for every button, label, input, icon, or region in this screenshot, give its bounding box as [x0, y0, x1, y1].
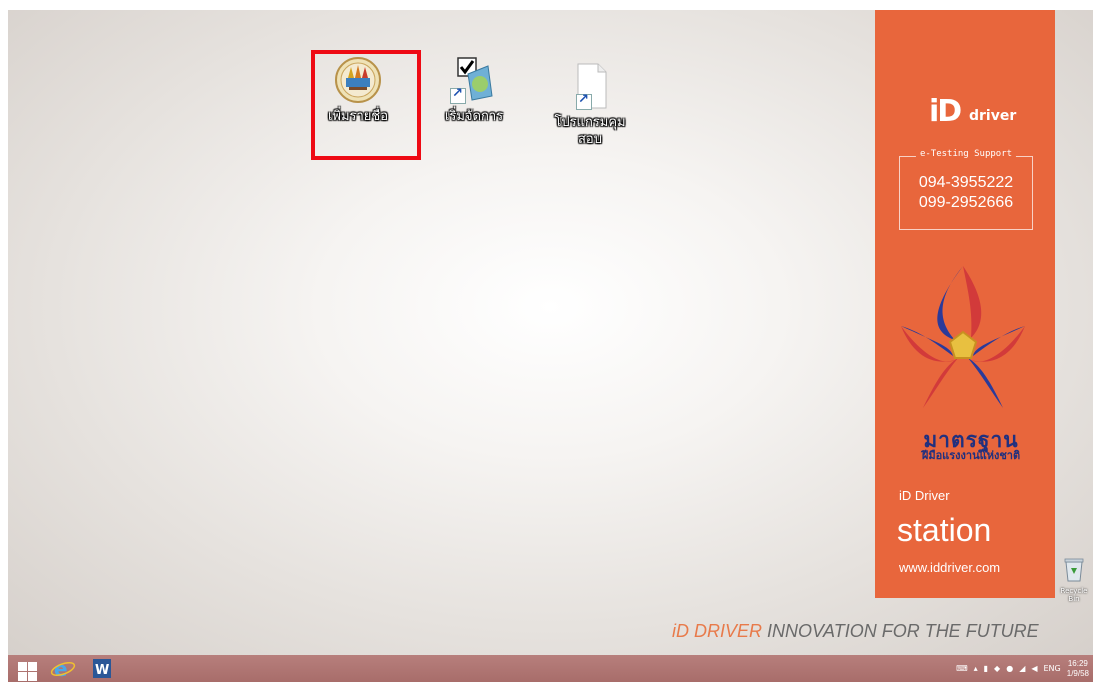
highlight-box — [311, 50, 421, 160]
desktop[interactable]: เพิ่มรายชื่อ เริ่มจัดการ โปรแกรมคุม สอบ — [8, 10, 1093, 655]
taskbar: e W ⌨ ▴ ▮ ◆ ● ◢ ◀ ENG 16:29 1/9/58 — [8, 655, 1093, 682]
clock-time: 16:29 — [1067, 658, 1088, 668]
desktop-icon-exam-program[interactable]: โปรแกรมคุม สอบ — [542, 62, 638, 148]
logo-id-text: iD — [929, 94, 962, 129]
svg-text:e: e — [54, 657, 68, 680]
word-icon[interactable]: W — [90, 657, 116, 680]
notification-icon[interactable]: ● — [1006, 664, 1013, 673]
skill-standard-emblem-icon — [901, 266, 1025, 408]
show-hidden-icons-icon[interactable]: ▴ — [974, 664, 978, 673]
screen-border-top — [0, 0, 1093, 10]
shortcut-arrow-icon — [576, 92, 592, 110]
tagline-text: INNOVATION FOR THE FUTURE — [762, 621, 1039, 641]
support-box: e-Testing Support 094-3955222 099-295266… — [899, 149, 1033, 230]
clock-date: 1/9/58 — [1066, 668, 1089, 678]
network-icon[interactable]: ▮ — [984, 664, 988, 673]
svg-text:W: W — [95, 663, 109, 678]
clock[interactable]: 16:29 1/9/58 — [1067, 659, 1089, 679]
emblem-subtitle: ฝีมือแรงงานแห่งชาติ — [921, 449, 1021, 462]
phone-number-2: 099-2952666 — [918, 194, 1014, 211]
language-indicator[interactable]: ENG — [1044, 664, 1061, 673]
desktop-icon-start-manage[interactable]: เริ่มจัดการ — [426, 56, 522, 125]
product-name: station — [897, 512, 992, 548]
screen-border-left — [0, 0, 8, 682]
website-url: www.iddriver.com — [899, 560, 1001, 575]
internet-explorer-icon[interactable]: e — [50, 657, 76, 681]
support-title: e-Testing Support — [915, 149, 1017, 159]
shortcut-arrow-icon — [450, 86, 466, 104]
recycle-bin-label: Recycle Bin — [1060, 587, 1088, 603]
signal-icon[interactable]: ◢ — [1019, 664, 1025, 673]
desktop-icon-label-line2: สอบ — [578, 132, 602, 147]
desktop-icon-label: เริ่มจัดการ — [444, 109, 504, 124]
keyboard-icon[interactable]: ⌨ — [956, 664, 968, 673]
phone-number-1: 094-3955222 — [918, 174, 1014, 191]
tagline-brand: iD DRIVER — [672, 621, 763, 641]
recycle-bin[interactable]: Recycle Bin — [1056, 557, 1092, 603]
system-tray: ⌨ ▴ ▮ ◆ ● ◢ ◀ ENG 16:29 1/9/58 — [956, 655, 1089, 682]
security-icon[interactable]: ◆ — [994, 664, 1000, 673]
product-line: iD Driver — [899, 488, 950, 503]
blank-document-shortcut-icon — [566, 62, 614, 110]
wallpaper-tagline: iD DRIVER INNOVATION FOR THE FUTURE — [672, 621, 1039, 642]
logo-driver-text: driver — [969, 108, 1017, 124]
volume-icon[interactable]: ◀ — [1031, 664, 1037, 673]
wallpaper-side-panel: iD driver e-Testing Support 094-3955222 … — [875, 10, 1055, 598]
checklist-app-shortcut-icon — [450, 56, 498, 104]
recycle-bin-icon — [1064, 558, 1084, 582]
windows-start-icon[interactable] — [14, 657, 40, 681]
desktop-icon-label: โปรแกรมคุม — [554, 115, 626, 130]
idriver-logo: iD driver — [929, 94, 1017, 129]
